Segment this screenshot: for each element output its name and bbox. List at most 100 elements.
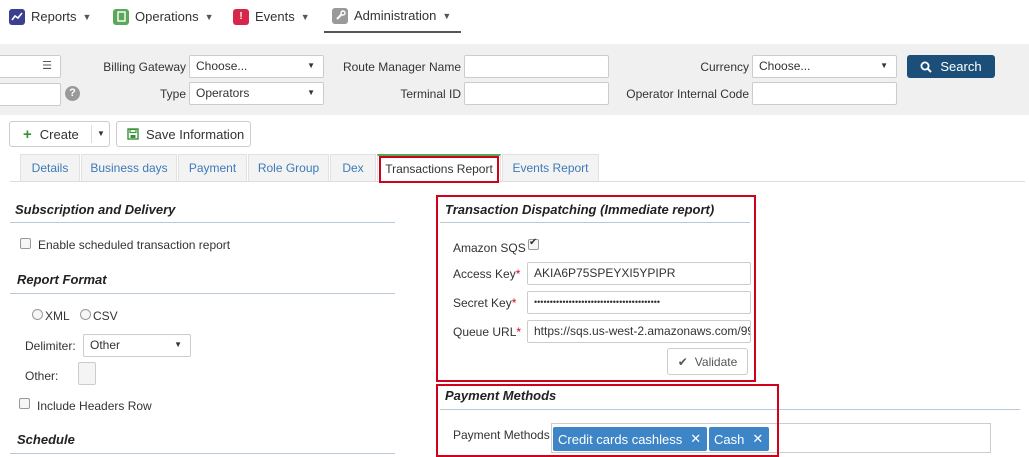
- required-marker: *: [515, 267, 521, 281]
- billing-gateway-label: Billing Gateway: [103, 60, 186, 74]
- chevron-down-icon: ▼: [300, 11, 310, 22]
- terminal-id-input[interactable]: [464, 82, 609, 105]
- payment-methods-title: Payment Methods: [445, 388, 557, 403]
- validate-button[interactable]: ✔ Validate: [667, 348, 748, 375]
- report-format-title: Report Format: [17, 272, 107, 287]
- route-manager-input[interactable]: [464, 55, 609, 78]
- chevron-down-icon[interactable]: ▼: [97, 129, 105, 138]
- payment-methods-label: Payment Methods: [453, 428, 550, 442]
- currency-label: Currency: [700, 60, 749, 74]
- type-label: Type: [159, 87, 186, 101]
- billing-gateway-select[interactable]: Choose...: [189, 55, 324, 78]
- nav-events[interactable]: ! Events ▼: [233, 0, 310, 33]
- section-divider: [10, 222, 395, 223]
- section-divider: [10, 293, 395, 294]
- currency-select[interactable]: Choose...: [752, 55, 897, 78]
- tab-transactions-report[interactable]: Transactions Report: [377, 154, 501, 181]
- section-divider: [10, 453, 395, 454]
- save-icon: [127, 128, 139, 140]
- schedule-title: Schedule: [17, 432, 75, 447]
- chevron-down-icon: ▼: [442, 10, 452, 21]
- xml-radio[interactable]: [32, 309, 43, 320]
- nav-events-label: Events: [255, 9, 295, 24]
- access-key-label-text: Access Key: [453, 267, 516, 281]
- csv-radio[interactable]: [80, 309, 91, 320]
- enable-scheduled-label: Enable scheduled transaction report: [38, 238, 231, 252]
- tab-role-group[interactable]: Role Group: [248, 154, 329, 181]
- nav-operations-label: Operations: [135, 9, 199, 24]
- section-divider: [440, 409, 1020, 410]
- nav-reports[interactable]: Reports ▼: [9, 0, 91, 33]
- search-button-label: Search: [940, 59, 982, 74]
- tab-business-days[interactable]: Business days: [81, 154, 177, 181]
- queue-url-label-text: Queue URL: [453, 325, 517, 339]
- secret-key-input[interactable]: ••••••••••••••••••••••••••••••••••••••••: [527, 291, 751, 314]
- terminal-id-label: Terminal ID: [400, 87, 461, 101]
- queue-url-label: Queue URL*: [453, 325, 521, 339]
- chart-icon: [9, 8, 25, 25]
- close-icon[interactable]: ✕: [690, 431, 701, 447]
- tab-bar: Details Business days Payment Role Group…: [10, 154, 1025, 182]
- list-icon: ☰: [42, 60, 52, 72]
- enable-scheduled-checkbox[interactable]: [20, 238, 31, 249]
- payment-tag-label: Cash: [714, 431, 745, 447]
- operator-code-label: Operator Internal Code: [626, 87, 749, 101]
- nav-administration[interactable]: Administration ▼: [324, 0, 461, 33]
- save-button-label: Save Information: [146, 126, 245, 142]
- queue-url-input[interactable]: https://sqs.us-west-2.amazonaws.com/99: [527, 320, 751, 343]
- subscription-title: Subscription and Delivery: [15, 202, 176, 217]
- access-key-label: Access Key*: [453, 267, 520, 281]
- chevron-down-icon: ▼: [204, 11, 214, 22]
- payment-tag: Cash ✕: [709, 427, 770, 451]
- chevron-down-icon: ▼: [82, 11, 92, 22]
- access-key-input[interactable]: AKIA6P75SPEYXI5YPIPR: [527, 262, 751, 285]
- include-headers-label: Include Headers Row: [37, 399, 152, 413]
- required-marker: *: [516, 325, 522, 339]
- csv-label: CSV: [93, 309, 118, 323]
- amazon-sqs-label: Amazon SQS: [453, 241, 526, 255]
- close-icon[interactable]: ✕: [752, 431, 763, 447]
- payment-methods-input[interactable]: Credit cards cashless ✕ Cash ✕: [551, 423, 991, 453]
- operator-code-input[interactable]: [752, 82, 897, 105]
- search-icon: [920, 61, 933, 73]
- list-select-input[interactable]: ☰: [0, 55, 61, 78]
- dispatching-title: Transaction Dispatching (Immediate repor…: [445, 202, 715, 217]
- create-button-label: Create: [39, 126, 79, 142]
- include-headers-checkbox[interactable]: [19, 398, 30, 409]
- tab-events-report[interactable]: Events Report: [502, 154, 599, 181]
- route-manager-label: Route Manager Name: [342, 60, 461, 74]
- filter-input[interactable]: [0, 83, 61, 106]
- tab-details[interactable]: Details: [20, 154, 80, 181]
- currency-value: Choose...: [759, 59, 811, 73]
- type-value: Operators: [196, 86, 250, 100]
- other-label: Other:: [25, 369, 59, 383]
- secret-key-label: Secret Key*: [453, 296, 516, 310]
- section-divider: [440, 222, 750, 223]
- button-divider: [91, 125, 92, 143]
- clipboard-icon: [113, 8, 129, 25]
- xml-label: XML: [45, 309, 70, 323]
- search-button[interactable]: Search: [907, 55, 995, 78]
- wrench-icon: [332, 7, 348, 24]
- secret-key-label-text: Secret Key: [453, 296, 512, 310]
- save-button[interactable]: Save Information: [116, 121, 251, 147]
- validate-button-label: Validate: [694, 354, 738, 369]
- amazon-sqs-checkbox[interactable]: [528, 237, 539, 250]
- alert-icon: !: [233, 8, 249, 25]
- delimiter-value: Other: [90, 338, 121, 352]
- nav-operations[interactable]: Operations ▼: [113, 0, 214, 33]
- required-marker: *: [511, 296, 517, 310]
- tab-dex[interactable]: Dex: [330, 154, 376, 181]
- nav-reports-label: Reports: [31, 9, 77, 24]
- top-navigation: Reports ▼ Operations ▼ ! Events ▼ Admini…: [0, 0, 1029, 35]
- delimiter-select[interactable]: Other: [83, 334, 191, 357]
- other-delimiter-input[interactable]: [78, 362, 96, 385]
- type-select[interactable]: Operators: [189, 82, 324, 105]
- payment-tag-label: Credit cards cashless: [558, 431, 683, 447]
- tab-payment[interactable]: Payment: [178, 154, 247, 181]
- plus-icon: +: [23, 125, 32, 143]
- payment-tag: Credit cards cashless ✕: [553, 427, 708, 451]
- create-button[interactable]: + Create ▼: [9, 121, 110, 147]
- help-icon[interactable]: ?: [65, 86, 80, 101]
- billing-gateway-value: Choose...: [196, 59, 248, 73]
